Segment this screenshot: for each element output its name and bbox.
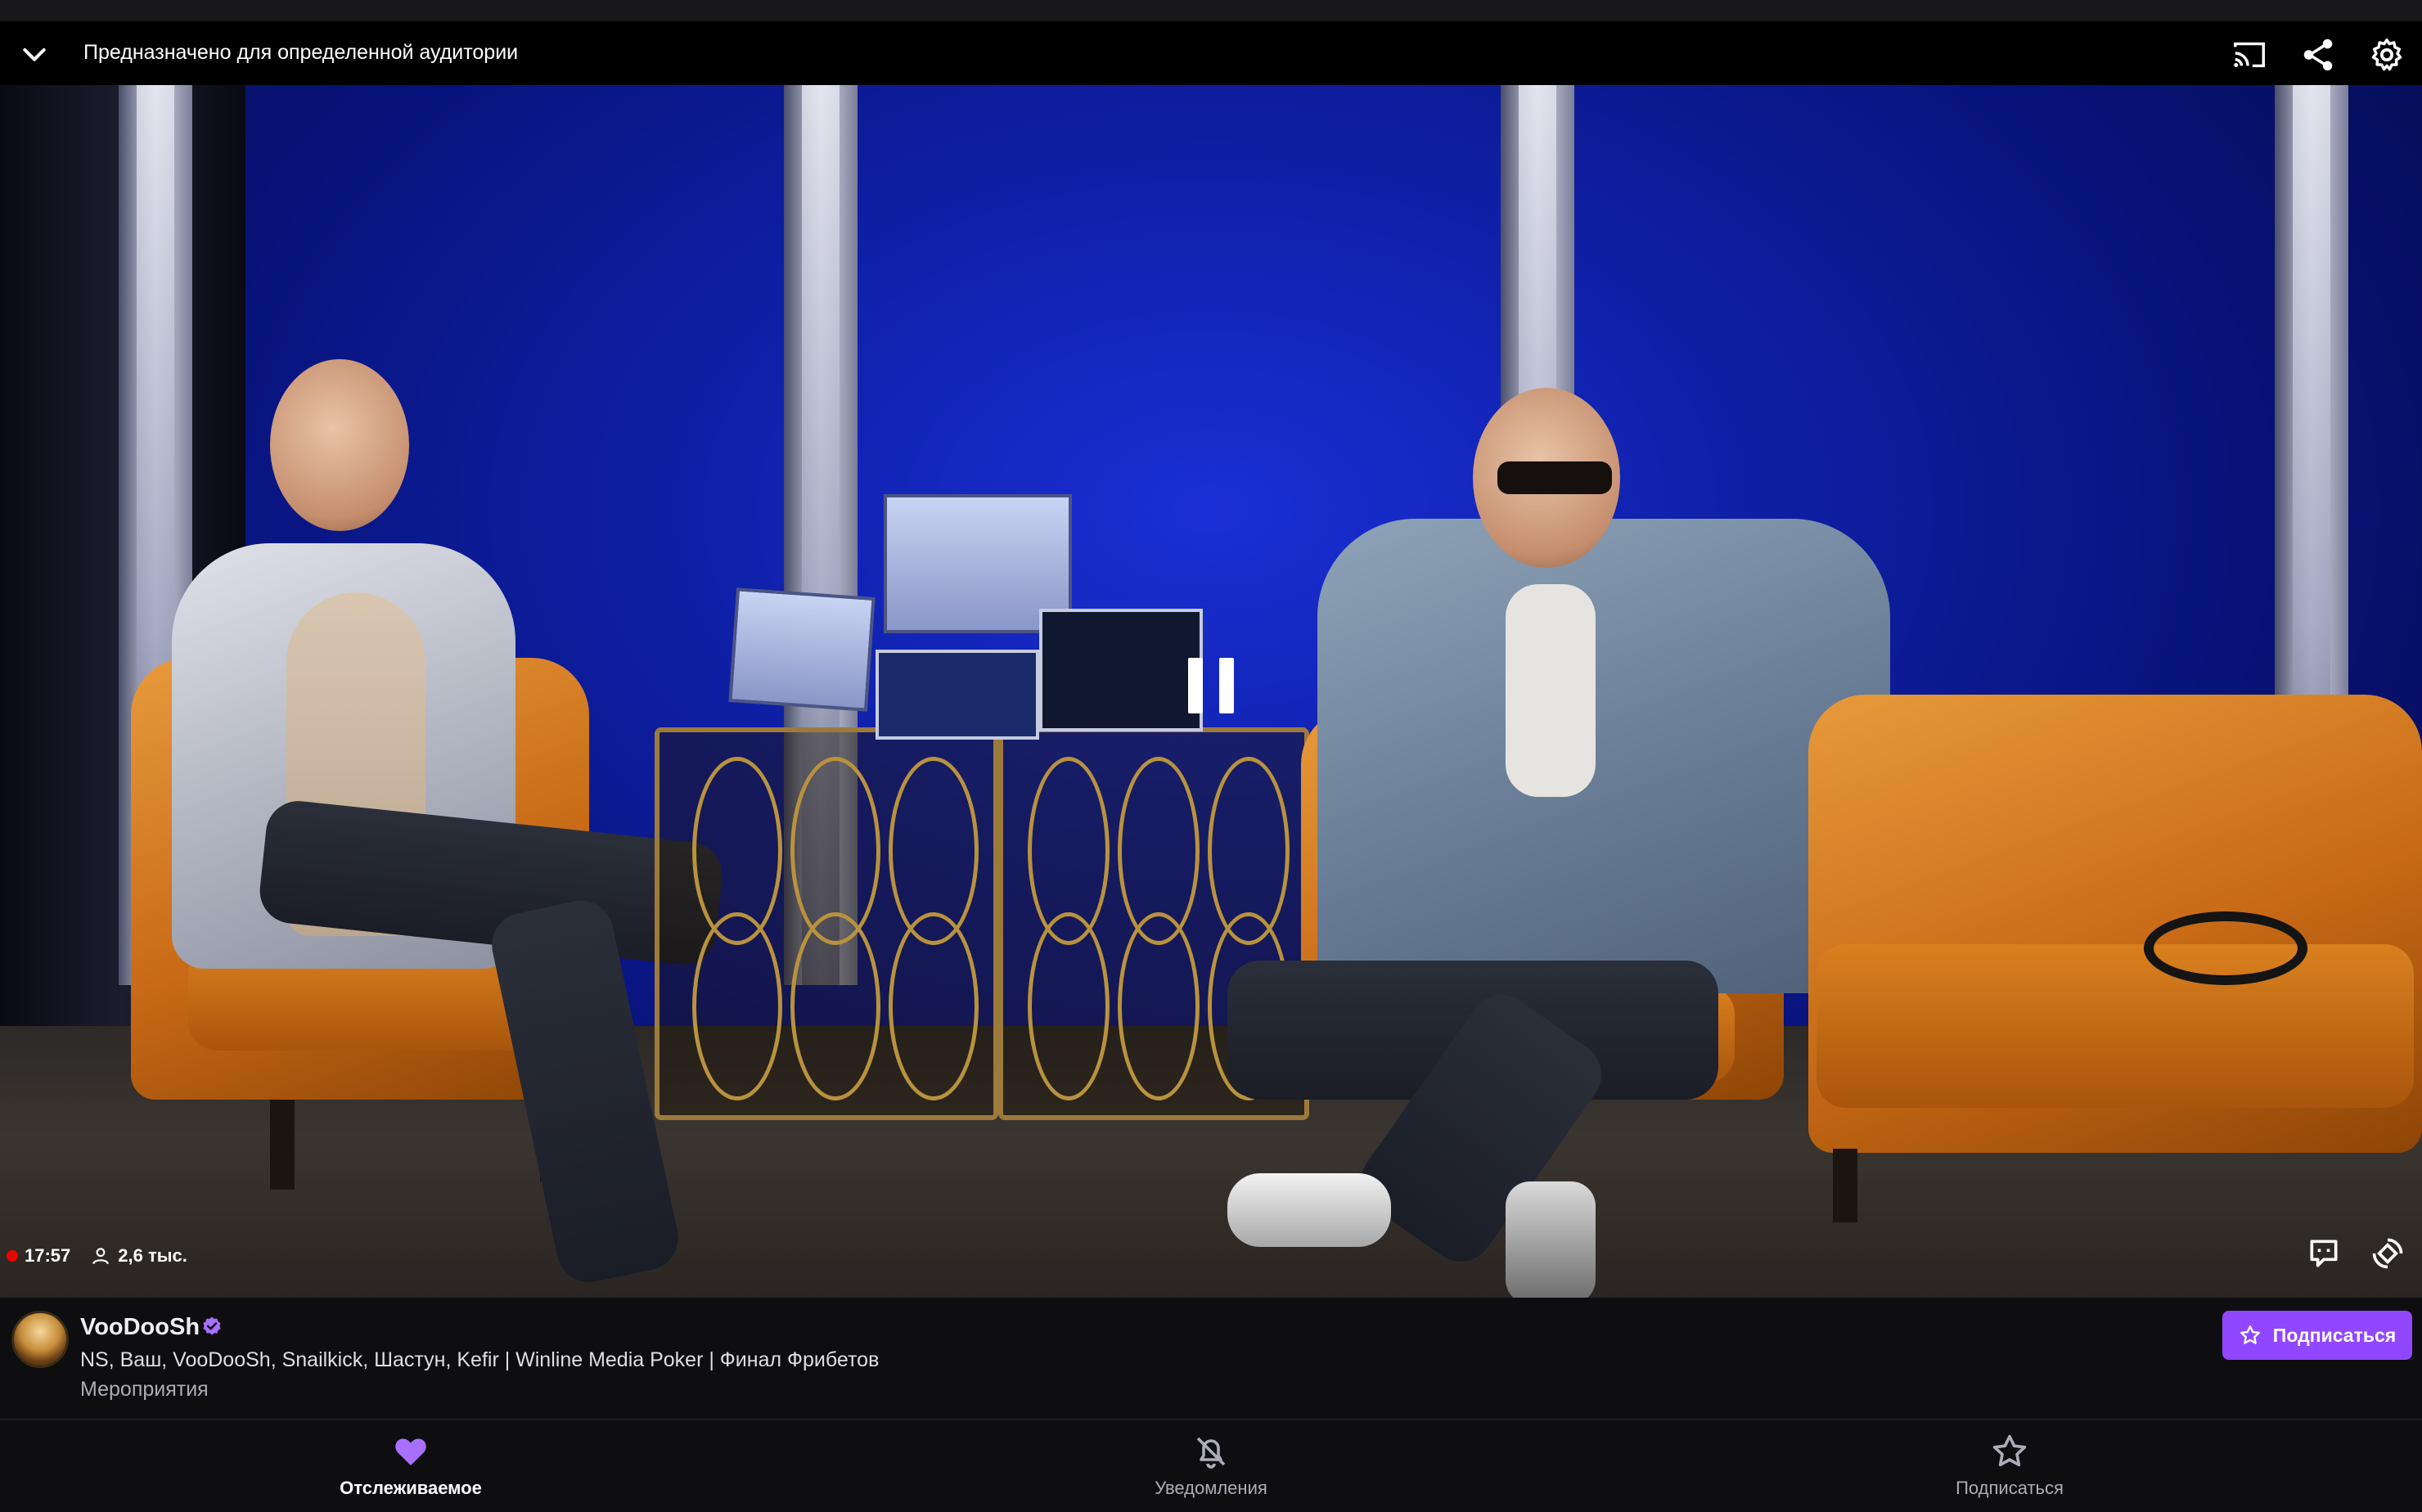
headphones xyxy=(2144,911,2307,985)
heart-icon xyxy=(395,1438,426,1465)
bell-off-icon xyxy=(1196,1437,1226,1469)
poker-sign-small xyxy=(728,587,876,712)
audience-label: Предназначено для определенной аудитории xyxy=(83,41,519,64)
card-box xyxy=(1039,609,1203,731)
status-bar xyxy=(0,0,2422,21)
chip-case xyxy=(876,650,1039,740)
nav-item-notifications[interactable]: Уведомления xyxy=(1047,1420,1375,1512)
live-info: 17:57 2,6 тыс. xyxy=(7,1245,187,1267)
live-indicator-dot xyxy=(7,1250,18,1262)
nav-item-subscribe[interactable]: Подписаться xyxy=(1846,1420,2173,1512)
video-player[interactable]: Предназначено для определенной аудитории xyxy=(0,21,2422,1298)
player-top-bar: Предназначено для определенной аудитории xyxy=(0,21,2422,85)
video-frame[interactable]: 17:57 2,6 тыс. xyxy=(0,85,2422,1298)
live-duration: 17:57 xyxy=(25,1245,71,1266)
cast-icon[interactable] xyxy=(2231,36,2268,74)
sunglasses xyxy=(1497,461,1612,494)
person-right-jacket xyxy=(1317,519,1890,993)
channel-info: VooDooSh NS, Ваш, VooDooSh, Snailkick, Ш… xyxy=(0,1298,2422,1419)
viewer-person-icon xyxy=(92,1248,110,1265)
nav-item-label: Уведомления xyxy=(1155,1478,1267,1498)
bottom-nav: Отслеживаемое Уведомления Подписаться xyxy=(0,1420,2422,1512)
side-table-left xyxy=(655,727,998,1120)
channel-name[interactable]: VooDooSh xyxy=(80,1314,200,1341)
sneaker-right xyxy=(1506,1181,1596,1298)
avatar[interactable] xyxy=(11,1311,69,1368)
pause-button[interactable] xyxy=(1188,658,1234,713)
subscribe-button[interactable]: Подписаться xyxy=(2222,1311,2412,1360)
star-icon xyxy=(2240,1325,2260,1344)
verified-badge-icon xyxy=(203,1316,221,1335)
chat-icon[interactable] xyxy=(2306,1235,2342,1271)
nav-item-label: Отслеживаемое xyxy=(340,1478,482,1498)
share-icon[interactable] xyxy=(2299,36,2337,74)
stream-title: NS, Ваш, VooDooSh, Snailkick, Шастун, Ke… xyxy=(80,1348,880,1371)
person-left-head xyxy=(270,359,409,531)
nav-item-label: Подписаться xyxy=(1956,1478,2064,1498)
nav-item-following[interactable]: Отслеживаемое xyxy=(247,1420,574,1512)
stream-category[interactable]: Мероприятия xyxy=(80,1378,209,1402)
sneaker-left xyxy=(1227,1173,1391,1247)
chevron-down-icon[interactable] xyxy=(18,38,51,70)
rotate-screen-icon[interactable] xyxy=(2370,1235,2406,1271)
subscribe-label: Подписаться xyxy=(2272,1324,2397,1346)
star-icon xyxy=(1992,1434,2027,1467)
viewer-count: 2,6 тыс. xyxy=(118,1245,187,1266)
settings-gear-icon[interactable] xyxy=(2368,36,2406,74)
